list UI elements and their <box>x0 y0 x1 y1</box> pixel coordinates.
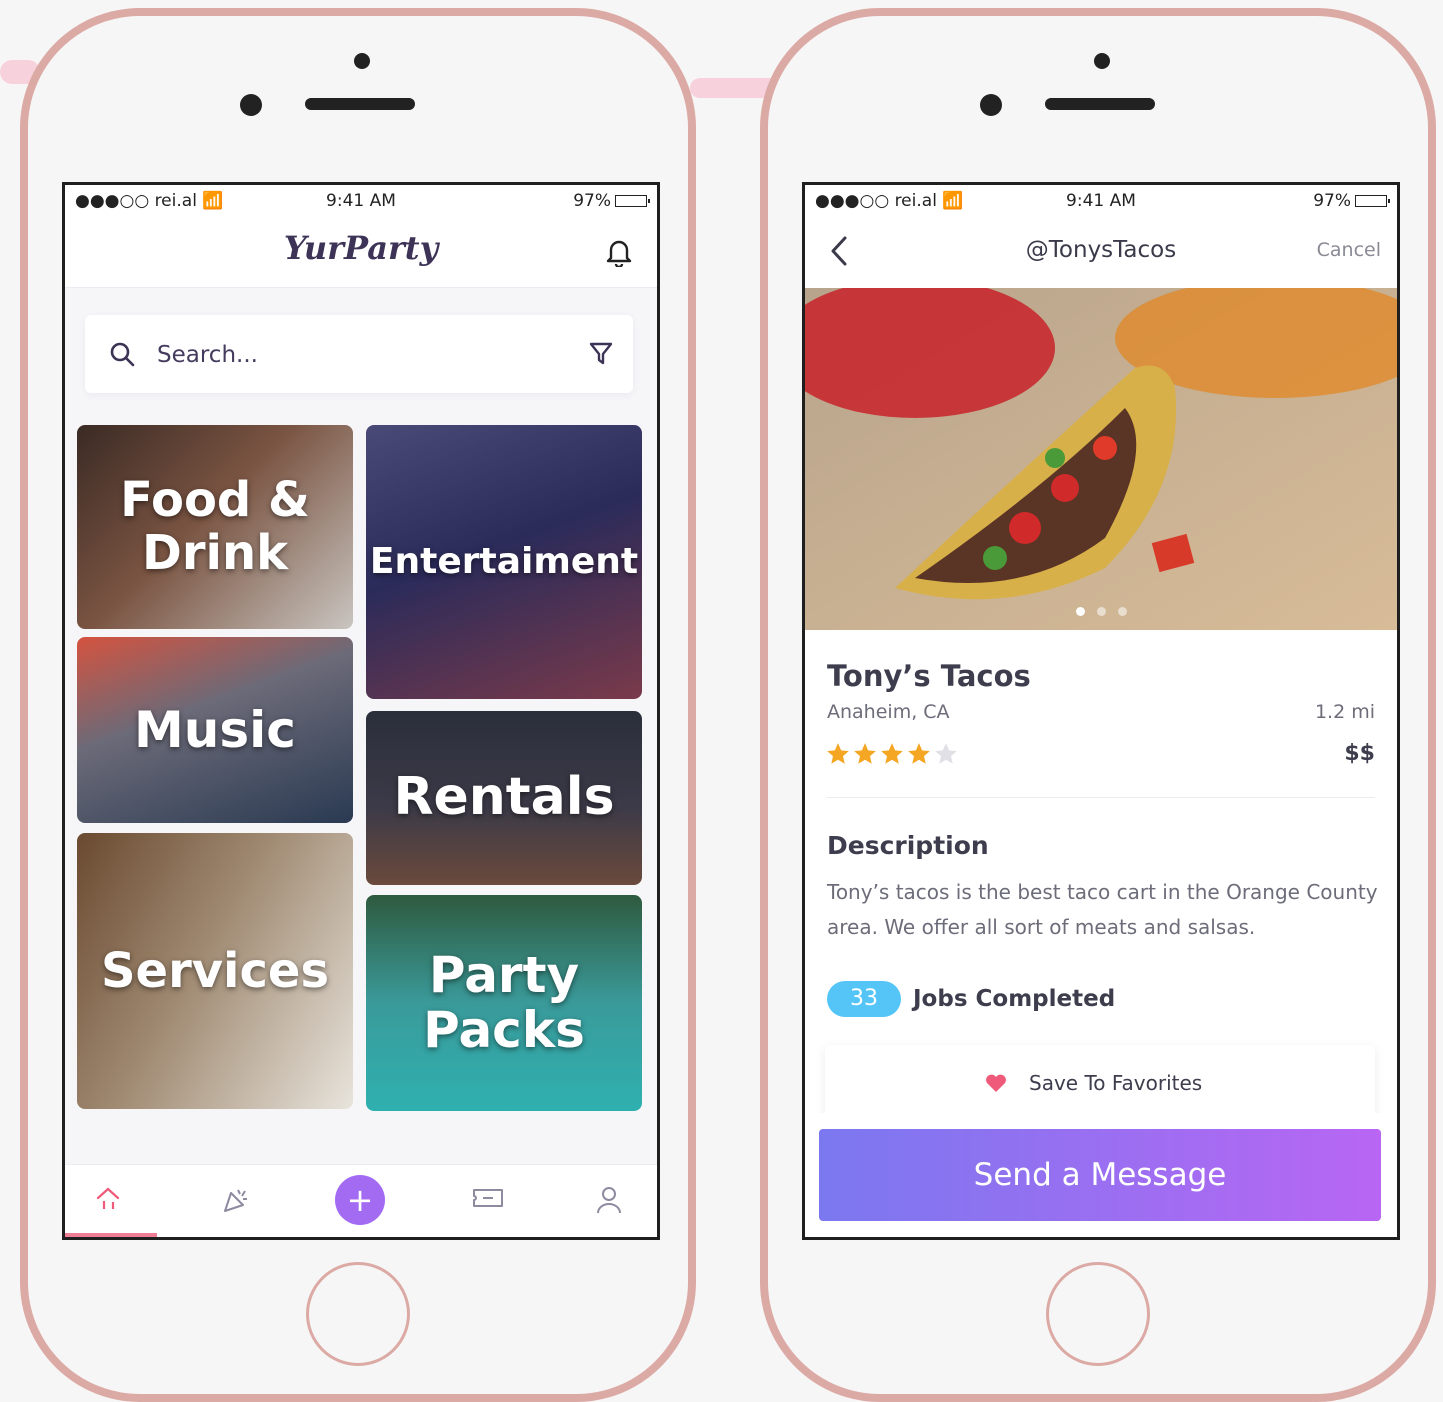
vendor-handle-title: @TonysTacos <box>1025 237 1177 263</box>
home-button[interactable] <box>1046 1262 1150 1366</box>
heart-icon <box>985 1073 1007 1097</box>
category-entertaiment[interactable]: Entertaiment <box>366 425 642 699</box>
front-camera <box>1094 53 1110 69</box>
front-camera <box>354 53 370 69</box>
carousel-dot[interactable] <box>1096 607 1106 616</box>
profile-icon[interactable] <box>595 1185 623 1219</box>
taco-photo <box>805 288 1397 630</box>
star-empty-icon <box>935 743 957 764</box>
category-party-packs[interactable]: Party Packs <box>366 895 642 1111</box>
search-icon <box>109 341 135 371</box>
status-time: 9:41 AM <box>1066 191 1136 211</box>
status-bar: ●●●○○ rei.al 📶 9:41 AM 97% <box>65 185 657 215</box>
category-food-drink[interactable]: Food & Drink <box>77 425 353 629</box>
rating-stars <box>825 741 959 767</box>
tab-bar: + <box>65 1164 657 1237</box>
carousel-dot-active[interactable] <box>1075 607 1085 616</box>
star-filled-icon <box>881 743 903 764</box>
search-input[interactable] <box>155 335 559 375</box>
save-to-favorites-label: Save To Favorites <box>1029 1071 1203 1095</box>
earpiece-speaker <box>305 98 415 110</box>
business-name: Tony’s Tacos <box>827 659 1031 693</box>
category-label: Food & Drink <box>120 472 310 581</box>
battery-icon <box>615 195 650 207</box>
home-icon[interactable] <box>95 1185 125 1217</box>
bell-icon[interactable] <box>605 237 633 271</box>
search-bar[interactable] <box>85 315 633 393</box>
divider <box>827 797 1375 798</box>
battery-status: 97% <box>573 191 650 211</box>
description-heading: Description <box>827 831 989 860</box>
business-location: Anaheim, CA <box>827 701 950 723</box>
jobs-count-badge: 33 <box>827 981 901 1017</box>
battery-icon <box>1355 195 1390 207</box>
home-screen: ●●●○○ rei.al 📶 9:41 AM 97% YurParty Food… <box>62 182 660 1240</box>
star-filled-icon <box>827 743 849 764</box>
carousel-dot[interactable] <box>1117 607 1127 616</box>
jobs-completed-label: Jobs Completed <box>913 986 1116 1012</box>
price-level: $$ <box>1344 741 1375 766</box>
carousel-dots <box>805 607 1397 616</box>
star-filled-icon <box>854 743 876 764</box>
category-label: Services <box>100 942 330 999</box>
proximity-sensor <box>980 94 1002 116</box>
status-time: 9:41 AM <box>326 191 396 211</box>
category-label: Music <box>134 700 296 759</box>
ticket-icon[interactable] <box>471 1185 505 1215</box>
filter-icon[interactable] <box>589 341 613 371</box>
phone-frame-detail: ●●●○○ rei.al 📶 9:41 AM 97% @TonysTacos C… <box>760 8 1436 1402</box>
category-services[interactable]: Services <box>77 833 353 1109</box>
phone-frame-home: ●●●○○ rei.al 📶 9:41 AM 97% YurParty Food… <box>20 8 696 1402</box>
category-music[interactable]: Music <box>77 637 353 823</box>
category-label: Entertaiment <box>369 541 639 583</box>
home-button[interactable] <box>306 1262 410 1366</box>
status-bar: ●●●○○ rei.al 📶 9:41 AM 97% <box>805 185 1397 215</box>
star-filled-icon <box>908 743 930 764</box>
battery-status: 97% <box>1313 191 1390 211</box>
category-rentals[interactable]: Rentals <box>366 711 642 885</box>
earpiece-speaker <box>1045 98 1155 110</box>
send-message-button[interactable]: Send a Message <box>819 1129 1381 1221</box>
description-text: Tony’s tacos is the best taco cart in th… <box>827 880 1378 939</box>
vendor-detail-screen: ●●●○○ rei.al 📶 9:41 AM 97% @TonysTacos C… <box>802 182 1400 1240</box>
party-popper-icon[interactable] <box>221 1185 251 1219</box>
cancel-button[interactable]: Cancel <box>1317 239 1381 261</box>
category-label: Rentals <box>393 767 615 828</box>
nav-bar: YurParty <box>65 215 657 288</box>
app-logo: YurParty <box>283 229 439 267</box>
business-distance: 1.2 mi <box>1314 701 1375 723</box>
category-label: Party Packs <box>423 946 585 1059</box>
proximity-sensor <box>240 94 262 116</box>
active-tab-indicator <box>65 1233 157 1237</box>
vendor-photo-carousel[interactable] <box>805 288 1397 630</box>
plus-button[interactable]: + <box>335 1175 385 1225</box>
